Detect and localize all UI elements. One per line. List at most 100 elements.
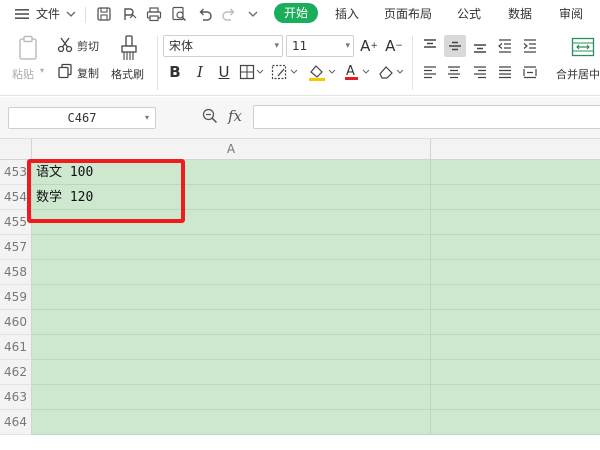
align-middle-icon[interactable] (444, 35, 466, 57)
cell-b[interactable] (431, 360, 600, 385)
cell-a[interactable] (32, 385, 431, 410)
font-color-icon[interactable]: A (342, 62, 372, 82)
print-preview-icon[interactable] (170, 2, 188, 26)
spreadsheet-grid: 453 语文 100 454 数学 120 455 457 458 459 46… (0, 160, 600, 450)
align-right-icon[interactable] (470, 62, 490, 82)
hamburger-menu-icon[interactable] (14, 2, 30, 26)
align-left-icon[interactable] (420, 62, 440, 82)
zoom-search-icon[interactable] (202, 108, 218, 127)
redo-icon[interactable] (220, 2, 238, 26)
font-size-select[interactable]: 11 ▾ (286, 35, 354, 57)
cell-a[interactable]: 语文 100 (32, 160, 431, 185)
cell-a[interactable] (32, 210, 431, 235)
row-header[interactable]: 464 (0, 410, 32, 435)
cell-b[interactable] (431, 385, 600, 410)
row-header[interactable]: 463 (0, 385, 32, 410)
cell-a[interactable] (32, 360, 431, 385)
row-header[interactable]: 459 (0, 285, 32, 310)
cell-b[interactable] (431, 210, 600, 235)
cell-a[interactable] (32, 410, 431, 435)
align-bottom-icon[interactable] (470, 36, 490, 56)
row-header[interactable]: 457 (0, 235, 32, 260)
distributed-align-icon[interactable] (520, 62, 540, 82)
paste-icon[interactable] (16, 34, 40, 62)
row-header[interactable]: 453 (0, 160, 32, 185)
export-pdf-icon[interactable] (120, 2, 138, 26)
paste-dropdown-icon[interactable]: ▾ (40, 66, 44, 75)
cell-a[interactable] (32, 335, 431, 360)
cell-b[interactable] (431, 160, 600, 185)
cell-b[interactable] (431, 260, 600, 285)
cell-style-icon[interactable] (270, 62, 300, 82)
select-all-corner[interactable] (0, 139, 32, 160)
toolbar-divider (85, 7, 86, 23)
column-header-a[interactable]: A (32, 139, 431, 160)
border-icon[interactable] (238, 62, 266, 82)
align-center-icon[interactable] (444, 62, 464, 82)
table-row: 455 (0, 210, 600, 235)
column-header-b[interactable] (431, 139, 600, 160)
cell-a[interactable] (32, 310, 431, 335)
table-row: 453 语文 100 (0, 160, 600, 185)
format-painter-label[interactable]: 格式刷 (111, 66, 144, 82)
row-header[interactable]: 460 (0, 310, 32, 335)
paste-label[interactable]: 粘贴 (12, 66, 34, 82)
cell-b[interactable] (431, 235, 600, 260)
chevron-down-icon[interactable]: ▾ (145, 113, 149, 122)
cut-label[interactable]: 剪切 (77, 38, 99, 54)
tab-data[interactable]: 数据 (508, 4, 532, 24)
bold-icon[interactable]: B (165, 62, 185, 82)
table-row: 463 (0, 385, 600, 410)
cell-b[interactable] (431, 285, 600, 310)
tab-page-layout[interactable]: 页面布局 (384, 4, 432, 24)
row-header[interactable]: 461 (0, 335, 32, 360)
name-box[interactable]: C467 (8, 107, 156, 129)
row-header[interactable]: 455 (0, 210, 32, 235)
cell-b[interactable] (431, 310, 600, 335)
decrease-font-size-icon[interactable]: A − (384, 36, 404, 56)
scissors-icon[interactable] (56, 36, 74, 54)
decrease-indent-icon[interactable] (495, 36, 515, 56)
merge-center-icon[interactable] (570, 36, 596, 58)
font-name-select[interactable]: 宋体 ▾ (163, 35, 283, 57)
undo-icon[interactable] (196, 2, 214, 26)
cell-a[interactable]: 数学 120 (32, 185, 431, 210)
insert-function-icon[interactable]: fx (228, 107, 242, 125)
cell-a[interactable] (32, 235, 431, 260)
save-icon[interactable] (95, 2, 113, 26)
table-row: 454 数学 120 (0, 185, 600, 210)
merge-center-label[interactable]: 合并居中 (556, 66, 600, 82)
formula-input[interactable] (253, 105, 600, 129)
print-icon[interactable] (145, 2, 163, 26)
cell-a[interactable] (32, 285, 431, 310)
underline-icon[interactable]: U (214, 62, 234, 82)
row-header[interactable]: 454 (0, 185, 32, 210)
format-painter-icon[interactable] (117, 34, 141, 62)
tab-insert[interactable]: 插入 (335, 4, 359, 24)
table-row: 460 (0, 310, 600, 335)
increase-indent-icon[interactable] (520, 36, 540, 56)
file-menu-label[interactable]: 文件 (36, 4, 60, 24)
italic-icon[interactable]: I (190, 62, 210, 82)
tab-review[interactable]: 审阅 (559, 4, 583, 24)
copy-label[interactable]: 复制 (77, 65, 99, 81)
row-header[interactable]: 458 (0, 260, 32, 285)
eraser-icon[interactable] (376, 62, 406, 82)
cell-a[interactable] (32, 260, 431, 285)
cell-b[interactable] (431, 185, 600, 210)
font-name-value: 宋体 (169, 39, 194, 53)
tab-formula[interactable]: 公式 (457, 4, 481, 24)
fill-color-icon[interactable] (306, 62, 338, 82)
align-top-icon[interactable] (420, 36, 440, 56)
customize-toolbar-icon[interactable] (246, 2, 260, 26)
increase-font-size-icon[interactable]: A + (359, 36, 379, 56)
row-header[interactable]: 462 (0, 360, 32, 385)
chevron-down-icon[interactable] (65, 2, 77, 26)
cell-b[interactable] (431, 335, 600, 360)
table-row: 462 (0, 360, 600, 385)
cell-b[interactable] (431, 410, 600, 435)
copy-icon[interactable] (56, 62, 74, 80)
justify-icon[interactable] (495, 62, 515, 82)
table-row: 457 (0, 235, 600, 260)
tab-start[interactable]: 开始 (274, 3, 318, 23)
